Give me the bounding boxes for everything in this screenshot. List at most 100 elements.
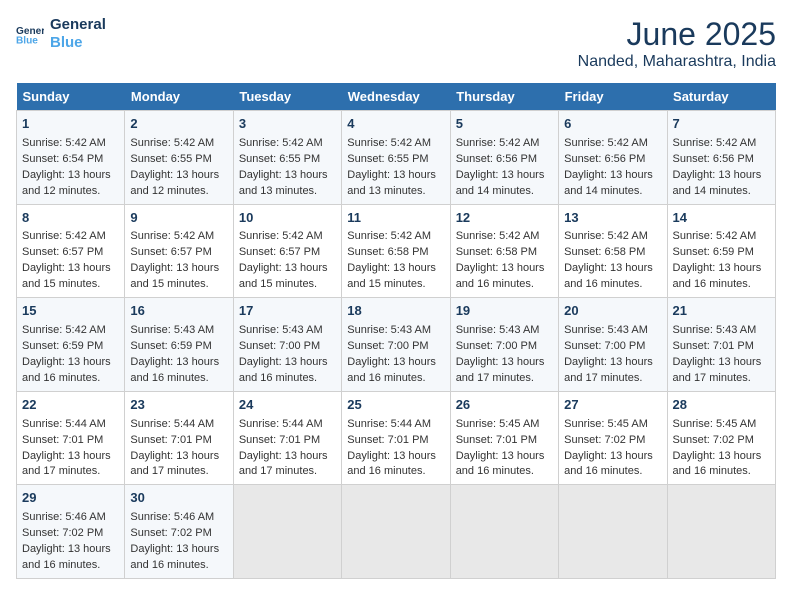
day-number: 16	[130, 302, 227, 321]
calendar-cell: 16Sunrise: 5:43 AMSunset: 6:59 PMDayligh…	[125, 298, 233, 392]
day-info: Daylight: 13 hours	[456, 449, 553, 465]
day-info: Daylight: 13 hours	[347, 261, 444, 277]
calendar-cell: 11Sunrise: 5:42 AMSunset: 6:58 PMDayligh…	[342, 204, 450, 298]
calendar-week-3: 15Sunrise: 5:42 AMSunset: 6:59 PMDayligh…	[17, 298, 776, 392]
day-info: Sunrise: 5:46 AM	[130, 510, 227, 526]
header-thursday: Thursday	[450, 83, 558, 111]
day-number: 29	[22, 489, 119, 508]
day-info: and 12 minutes.	[22, 184, 119, 200]
day-info: and 16 minutes.	[456, 277, 553, 293]
day-info: Sunrise: 5:42 AM	[239, 136, 336, 152]
day-number: 20	[564, 302, 661, 321]
day-info: Sunset: 7:00 PM	[239, 339, 336, 355]
day-info: Sunrise: 5:42 AM	[22, 136, 119, 152]
day-info: Sunrise: 5:42 AM	[22, 323, 119, 339]
day-info: and 13 minutes.	[347, 184, 444, 200]
day-info: Daylight: 13 hours	[347, 168, 444, 184]
day-info: and 15 minutes.	[22, 277, 119, 293]
day-info: and 17 minutes.	[239, 464, 336, 480]
calendar-cell: 19Sunrise: 5:43 AMSunset: 7:00 PMDayligh…	[450, 298, 558, 392]
day-info: Daylight: 13 hours	[130, 355, 227, 371]
calendar-week-1: 1Sunrise: 5:42 AMSunset: 6:54 PMDaylight…	[17, 111, 776, 205]
day-info: Sunset: 7:00 PM	[456, 339, 553, 355]
day-number: 28	[673, 396, 770, 415]
logo-line2: Blue	[50, 34, 106, 52]
day-info: Sunset: 6:55 PM	[239, 152, 336, 168]
day-info: Sunset: 6:57 PM	[239, 245, 336, 261]
day-number: 26	[456, 396, 553, 415]
day-info: and 12 minutes.	[130, 184, 227, 200]
day-info: Sunrise: 5:44 AM	[347, 417, 444, 433]
day-number: 27	[564, 396, 661, 415]
day-number: 24	[239, 396, 336, 415]
day-number: 15	[22, 302, 119, 321]
calendar-cell: 29Sunrise: 5:46 AMSunset: 7:02 PMDayligh…	[17, 485, 125, 579]
day-info: Sunrise: 5:44 AM	[239, 417, 336, 433]
day-number: 11	[347, 209, 444, 228]
day-info: and 13 minutes.	[239, 184, 336, 200]
day-info: Sunset: 7:01 PM	[22, 433, 119, 449]
day-info: Sunset: 6:58 PM	[456, 245, 553, 261]
calendar-cell: 1Sunrise: 5:42 AMSunset: 6:54 PMDaylight…	[17, 111, 125, 205]
calendar-cell: 17 Sunrise: 5:43 AMSunset: 7:00 PMDayligh…	[233, 298, 341, 392]
day-info: Sunset: 6:57 PM	[130, 245, 227, 261]
calendar-body: 1Sunrise: 5:42 AMSunset: 6:54 PMDaylight…	[17, 111, 776, 579]
day-info: Sunrise: 5:42 AM	[130, 136, 227, 152]
calendar-cell: 7Sunrise: 5:42 AMSunset: 6:56 PMDaylight…	[667, 111, 775, 205]
day-info: Sunset: 7:01 PM	[456, 433, 553, 449]
day-info: Daylight: 13 hours	[239, 355, 336, 371]
day-number: 4	[347, 115, 444, 134]
day-info: and 16 minutes.	[22, 371, 119, 387]
day-info: and 14 minutes.	[673, 184, 770, 200]
day-number: 13	[564, 209, 661, 228]
header-tuesday: Tuesday	[233, 83, 341, 111]
month-title: June 2025	[578, 16, 776, 53]
day-info: and 17 minutes.	[22, 464, 119, 480]
day-info: Sunrise: 5:42 AM	[239, 229, 336, 245]
day-info: Sunrise: 5:42 AM	[22, 229, 119, 245]
calendar-cell: 10Sunrise: 5:42 AMSunset: 6:57 PMDayligh…	[233, 204, 341, 298]
calendar-cell: 12Sunrise: 5:42 AMSunset: 6:58 PMDayligh…	[450, 204, 558, 298]
day-info: and 16 minutes.	[673, 277, 770, 293]
day-info: and 16 minutes.	[22, 558, 119, 574]
day-number: 25	[347, 396, 444, 415]
calendar-cell: 13Sunrise: 5:42 AMSunset: 6:58 PMDayligh…	[559, 204, 667, 298]
calendar-cell: 14Sunrise: 5:42 AMSunset: 6:59 PMDayligh…	[667, 204, 775, 298]
day-info: Daylight: 13 hours	[22, 355, 119, 371]
day-info: Sunset: 7:02 PM	[22, 526, 119, 542]
day-info: Sunrise: 5:43 AM	[239, 323, 336, 339]
day-info: and 16 minutes.	[564, 277, 661, 293]
title-block: June 2025 Nanded, Maharashtra, India	[578, 16, 776, 71]
day-info: Daylight: 13 hours	[347, 449, 444, 465]
logo-icon: General Blue	[16, 23, 44, 45]
day-number: 7	[673, 115, 770, 134]
calendar-cell: 2Sunrise: 5:42 AMSunset: 6:55 PMDaylight…	[125, 111, 233, 205]
calendar-cell: 18Sunrise: 5:43 AMSunset: 7:00 PMDayligh…	[342, 298, 450, 392]
calendar-cell	[233, 485, 341, 579]
calendar-cell: 24Sunrise: 5:44 AMSunset: 7:01 PMDayligh…	[233, 391, 341, 485]
day-info: and 14 minutes.	[456, 184, 553, 200]
day-info: Daylight: 13 hours	[564, 261, 661, 277]
day-number: 8	[22, 209, 119, 228]
day-info: and 16 minutes.	[347, 371, 444, 387]
calendar-cell: 9Sunrise: 5:42 AMSunset: 6:57 PMDaylight…	[125, 204, 233, 298]
day-info: Sunset: 7:02 PM	[564, 433, 661, 449]
day-info: Daylight: 13 hours	[564, 355, 661, 371]
day-info: Sunset: 6:56 PM	[456, 152, 553, 168]
header-friday: Friday	[559, 83, 667, 111]
day-info: Sunset: 6:58 PM	[347, 245, 444, 261]
day-number: 17	[239, 302, 336, 321]
day-info: Sunrise: 5:42 AM	[564, 229, 661, 245]
calendar-cell: 21Sunrise: 5:43 AMSunset: 7:01 PMDayligh…	[667, 298, 775, 392]
day-info: Daylight: 13 hours	[564, 449, 661, 465]
day-info: and 15 minutes.	[347, 277, 444, 293]
day-info: Daylight: 13 hours	[22, 449, 119, 465]
calendar-cell	[342, 485, 450, 579]
calendar-cell: 4Sunrise: 5:42 AMSunset: 6:55 PMDaylight…	[342, 111, 450, 205]
calendar-week-4: 22Sunrise: 5:44 AMSunset: 7:01 PMDayligh…	[17, 391, 776, 485]
day-info: and 14 minutes.	[564, 184, 661, 200]
day-info: and 15 minutes.	[130, 277, 227, 293]
calendar-cell: 23Sunrise: 5:44 AMSunset: 7:01 PMDayligh…	[125, 391, 233, 485]
day-number: 2	[130, 115, 227, 134]
day-info: Sunrise: 5:42 AM	[130, 229, 227, 245]
